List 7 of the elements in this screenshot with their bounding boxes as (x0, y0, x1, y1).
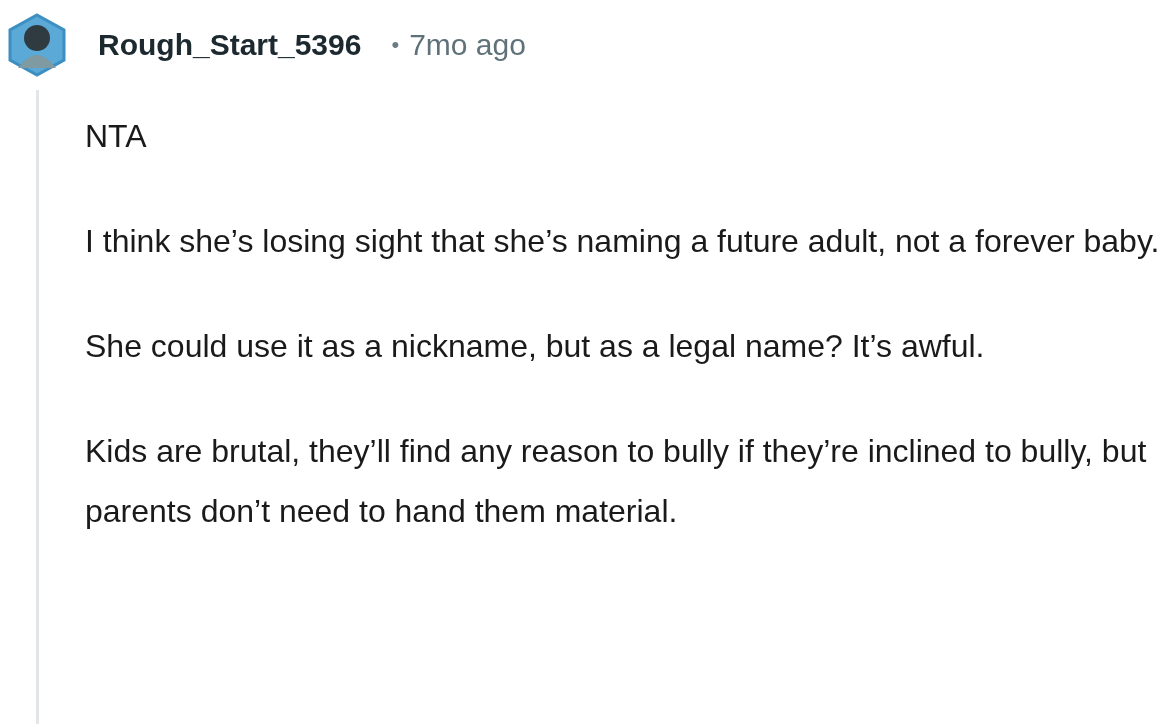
username[interactable]: Rough_Start_5396 (98, 28, 362, 62)
comment-paragraph: Kids are brutal, they’ll find any reason to bully if they’re inclined to bully, but parents don’t need to hand them material. (85, 432, 1148, 531)
timestamp: 7mo ago (409, 28, 526, 62)
comment-paragraph: I think she’s losing sight that she’s naming a future adult, not a forever baby. (85, 222, 1161, 261)
comment-paragraph: NTA (85, 117, 148, 156)
comment-paragraph: She could use it as a nickname, but as a legal name? It’s awful. (85, 327, 986, 366)
separator-dot: • (391, 32, 400, 58)
